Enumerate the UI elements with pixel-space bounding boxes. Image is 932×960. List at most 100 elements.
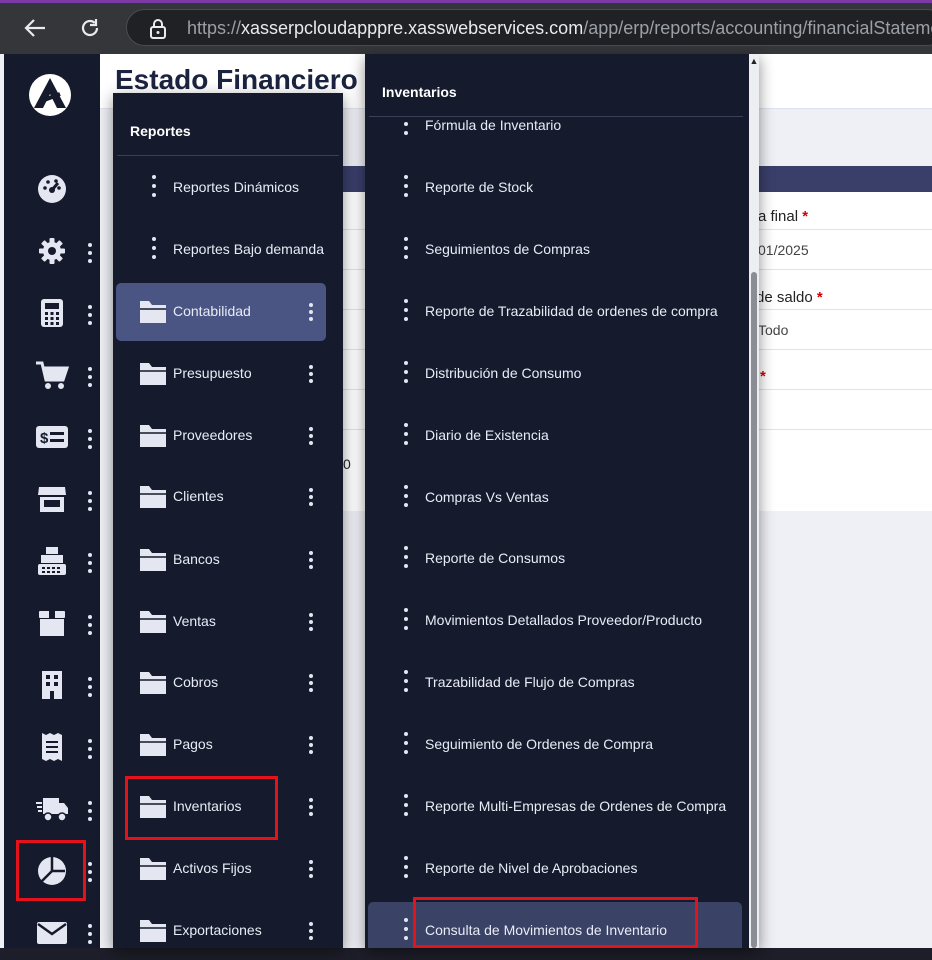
scroll-up-arrow-icon[interactable]: ▲ bbox=[749, 55, 759, 67]
delivery-icon[interactable] bbox=[34, 791, 70, 827]
inventario-report-item[interactable]: Diario de Existencia bbox=[368, 407, 742, 465]
saldo-label-text: de saldo bbox=[756, 289, 813, 306]
reportes-item[interactable]: Presupuesto bbox=[116, 345, 326, 403]
building-more-icon[interactable] bbox=[86, 677, 94, 697]
folder-more-icon[interactable] bbox=[308, 922, 314, 940]
inventario-report-item[interactable]: Reporte de Nivel de Aprobaciones bbox=[368, 840, 742, 898]
menu-divider bbox=[369, 116, 743, 117]
reportes-item[interactable]: Proveedores bbox=[116, 407, 326, 465]
inventario-report-item[interactable]: Reporte de Stock bbox=[368, 159, 742, 217]
back-button[interactable] bbox=[19, 12, 51, 44]
report-item-icon[interactable] bbox=[151, 175, 157, 197]
reportes-item-label: Bancos bbox=[173, 551, 220, 567]
report-item-icon[interactable] bbox=[403, 423, 409, 445]
store-more-icon[interactable] bbox=[86, 491, 94, 511]
reportes-item[interactable]: Pagos bbox=[116, 716, 326, 774]
app-logo-icon bbox=[29, 74, 71, 116]
inventario-report-item[interactable]: Reporte de Consumos bbox=[368, 530, 742, 588]
report-item-icon[interactable] bbox=[403, 175, 409, 197]
folder-more-icon[interactable] bbox=[308, 488, 314, 506]
billing-more-icon[interactable] bbox=[86, 429, 94, 449]
billing-icon[interactable]: $ bbox=[34, 419, 70, 455]
reportes-item-label: Reportes Dinámicos bbox=[173, 179, 300, 195]
folder-icon bbox=[140, 858, 166, 880]
mail-more-icon[interactable] bbox=[86, 924, 94, 944]
inventario-report-label: Fórmula de Inventario bbox=[425, 117, 562, 133]
reload-button[interactable] bbox=[74, 12, 106, 44]
reportes-item-label: Clientes bbox=[173, 488, 224, 504]
folder-icon bbox=[138, 545, 168, 578]
folder-icon bbox=[140, 486, 166, 508]
inventario-report-item[interactable]: Distribución de Consumo bbox=[368, 345, 742, 403]
reportes-item[interactable]: Exportaciones bbox=[116, 902, 326, 960]
report-item-icon[interactable] bbox=[151, 237, 157, 259]
store-icon[interactable] bbox=[34, 481, 70, 517]
folder-more-icon[interactable] bbox=[308, 674, 314, 692]
inventario-report-item[interactable]: Seguimientos de Compras bbox=[368, 221, 742, 279]
cart-more-icon[interactable] bbox=[86, 367, 94, 387]
package-more-icon[interactable] bbox=[86, 615, 94, 635]
report-item-icon[interactable] bbox=[403, 918, 409, 940]
pos-more-icon[interactable] bbox=[86, 553, 94, 573]
inventario-report-item[interactable]: Seguimiento de Ordenes de Compra bbox=[368, 716, 742, 774]
cart-icon[interactable] bbox=[34, 357, 70, 393]
required-mark: * bbox=[802, 208, 809, 225]
inventario-report-item[interactable]: Reporte Multi-Empresas de Ordenes de Com… bbox=[368, 778, 742, 836]
folder-more-icon[interactable] bbox=[308, 860, 314, 878]
reportes-item[interactable]: Reportes Dinámicos bbox=[116, 159, 326, 217]
inventario-report-item[interactable]: Reporte de Trazabilidad de ordenes de co… bbox=[368, 283, 742, 341]
reload-icon bbox=[81, 19, 99, 37]
report-item-icon[interactable] bbox=[403, 361, 409, 383]
building-icon[interactable] bbox=[34, 667, 70, 703]
settings-more-icon[interactable] bbox=[86, 243, 94, 263]
saldo-label: de saldo * bbox=[756, 289, 823, 306]
folder-more-icon[interactable] bbox=[308, 303, 314, 321]
calculator-more-icon[interactable] bbox=[86, 305, 94, 325]
menu-divider bbox=[117, 155, 339, 156]
required-mark: * bbox=[816, 289, 823, 306]
report-item-icon[interactable] bbox=[403, 732, 409, 754]
receipt-more-icon[interactable] bbox=[86, 739, 94, 759]
reportes-item[interactable]: Ventas bbox=[116, 593, 326, 651]
folder-more-icon[interactable] bbox=[308, 551, 314, 569]
reportes-item[interactable]: Reportes Bajo demanda bbox=[116, 221, 326, 279]
saldo-select[interactable]: Todo bbox=[758, 322, 788, 338]
pos-icon[interactable] bbox=[34, 543, 70, 579]
report-item-icon[interactable] bbox=[403, 299, 409, 321]
folder-more-icon[interactable] bbox=[308, 365, 314, 383]
report-item-icon[interactable] bbox=[403, 237, 409, 259]
package-icon[interactable] bbox=[34, 605, 70, 641]
report-item-icon[interactable] bbox=[403, 794, 409, 816]
receipt-icon[interactable] bbox=[34, 729, 70, 765]
inventario-report-item[interactable]: Trazabilidad de Flujo de Compras bbox=[368, 654, 742, 712]
report-item-icon[interactable] bbox=[403, 670, 409, 692]
submenu-scroll-thumb[interactable] bbox=[751, 272, 757, 948]
address-bar[interactable]: https://xasserpcloudapppre.xasswebservic… bbox=[126, 9, 932, 46]
folder-more-icon[interactable] bbox=[308, 798, 314, 816]
inventario-report-item[interactable]: Compras Vs Ventas bbox=[368, 469, 742, 527]
report-item-icon[interactable] bbox=[403, 608, 409, 630]
folder-more-icon[interactable] bbox=[308, 736, 314, 754]
inventario-report-label: Distribución de Consumo bbox=[425, 365, 582, 381]
calculator-icon[interactable] bbox=[34, 295, 70, 331]
fecha-final-input[interactable]: 01/2025 bbox=[758, 242, 809, 258]
inventario-report-item[interactable]: Movimientos Detallados Proveedor/Product… bbox=[368, 592, 742, 650]
mail-icon[interactable] bbox=[34, 915, 70, 951]
report-item-icon[interactable] bbox=[403, 485, 409, 507]
site-info-icon[interactable] bbox=[149, 19, 167, 39]
folder-icon bbox=[138, 854, 168, 887]
reportes-item[interactable]: Contabilidad bbox=[116, 283, 326, 341]
reportes-item-label: Presupuesto bbox=[173, 365, 252, 381]
settings-icon[interactable] bbox=[34, 233, 70, 269]
folder-more-icon[interactable] bbox=[308, 427, 314, 445]
folder-more-icon[interactable] bbox=[308, 613, 314, 631]
delivery-more-icon[interactable] bbox=[86, 801, 94, 821]
reportes-item[interactable]: Cobros bbox=[116, 654, 326, 712]
report-item-icon[interactable] bbox=[403, 546, 409, 568]
report-item-icon[interactable] bbox=[403, 856, 409, 878]
dashboard-icon[interactable] bbox=[34, 171, 70, 207]
reportes-item[interactable]: Activos Fijos bbox=[116, 840, 326, 898]
reports-more-icon[interactable] bbox=[86, 862, 94, 882]
reportes-item[interactable]: Bancos bbox=[116, 531, 326, 589]
reportes-item[interactable]: Clientes bbox=[116, 468, 326, 526]
